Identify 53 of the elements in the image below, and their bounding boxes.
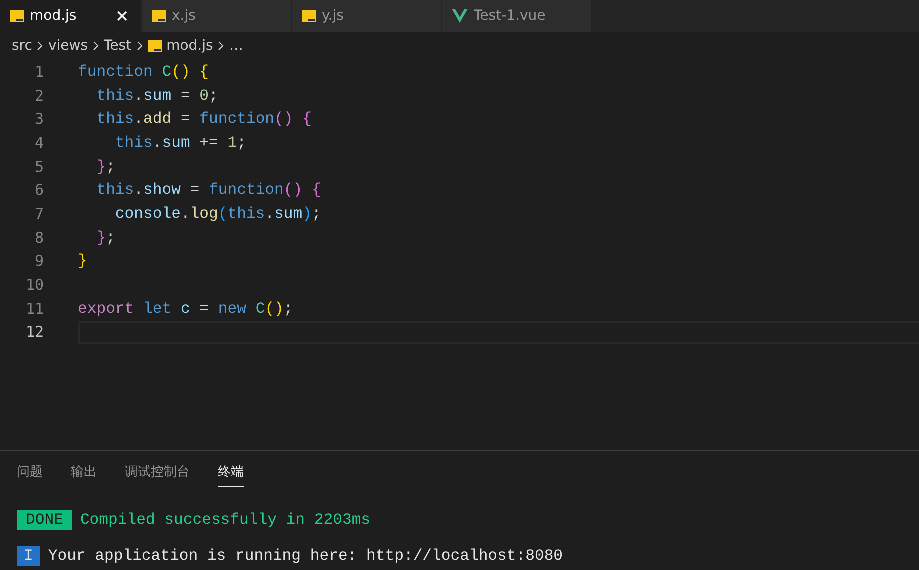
js-file-icon bbox=[302, 10, 316, 22]
breadcrumb-item[interactable]: Test bbox=[104, 38, 132, 54]
chevron-icon bbox=[37, 41, 44, 51]
tab-label[interactable]: Test-1.vue bbox=[474, 8, 591, 24]
chevron-icon bbox=[136, 41, 143, 51]
js-file-icon bbox=[10, 10, 24, 22]
code-line: }; bbox=[96, 156, 116, 178]
line-number: 8 bbox=[34, 228, 45, 247]
line-number: 7 bbox=[34, 204, 45, 223]
chevron-icon bbox=[218, 41, 224, 51]
code-line: export let c = new C(); bbox=[78, 298, 294, 320]
line-number: 11 bbox=[24, 300, 45, 318]
code-line: this.show = function() { bbox=[96, 180, 322, 202]
editor-tab[interactable]: y.js bbox=[292, 0, 442, 32]
chevron-icon bbox=[93, 41, 99, 51]
editor-tab[interactable]: Test-1.vue bbox=[442, 0, 592, 32]
tab-label[interactable]: x.js bbox=[172, 8, 291, 24]
panel-tab[interactable]: 问题 bbox=[17, 463, 43, 487]
tab-label[interactable]: y.js bbox=[322, 8, 441, 24]
close-icon[interactable]: ✕ bbox=[116, 6, 129, 26]
code-line: this.sum = 0; bbox=[96, 86, 220, 107]
breadcrumb-item[interactable]: views bbox=[48, 38, 88, 54]
status-badge: DONE bbox=[17, 510, 72, 530]
status-badge: I bbox=[17, 546, 40, 566]
tab-label[interactable]: mod.js bbox=[30, 8, 110, 24]
js-file-icon bbox=[148, 40, 162, 52]
editor-tab[interactable]: x.js bbox=[142, 0, 292, 32]
terminal-line: Your application is running here: http://localhost:8080 bbox=[48, 547, 564, 565]
code-line: function C() { bbox=[78, 62, 210, 83]
line-number: 3 bbox=[34, 110, 45, 128]
breadcrumb-item[interactable]: … bbox=[229, 38, 244, 54]
line-number: 9 bbox=[34, 252, 45, 270]
line-number: 6 bbox=[34, 181, 45, 200]
terminal-line: Compiled successfully in 2203ms bbox=[80, 511, 371, 529]
line-number: 1 bbox=[34, 62, 45, 81]
panel-tab[interactable]: 终端 bbox=[218, 463, 244, 487]
code-line: console.log(this.sum); bbox=[114, 204, 322, 225]
line-number: 5 bbox=[34, 158, 45, 176]
v-logo-icon bbox=[452, 9, 468, 23]
code-line: this.add = function() { bbox=[96, 109, 313, 130]
code-line: this.sum += 1; bbox=[114, 132, 248, 154]
breadcrumb-item[interactable]: mod.js bbox=[166, 38, 214, 54]
js-file-icon bbox=[152, 10, 166, 22]
line-number: 10 bbox=[24, 276, 45, 294]
line-number: 12 bbox=[24, 323, 45, 342]
panel-tab[interactable]: 调试控制台 bbox=[125, 463, 190, 487]
panel-tab[interactable]: 输出 bbox=[71, 463, 97, 487]
editor-tab[interactable]: mod.js ✕ bbox=[0, 0, 142, 32]
line-number: 2 bbox=[34, 86, 45, 105]
code-line: } bbox=[78, 251, 88, 272]
line-number: 4 bbox=[34, 134, 45, 152]
breadcrumb-item[interactable]: src bbox=[12, 38, 32, 54]
code-line: }; bbox=[96, 228, 116, 249]
